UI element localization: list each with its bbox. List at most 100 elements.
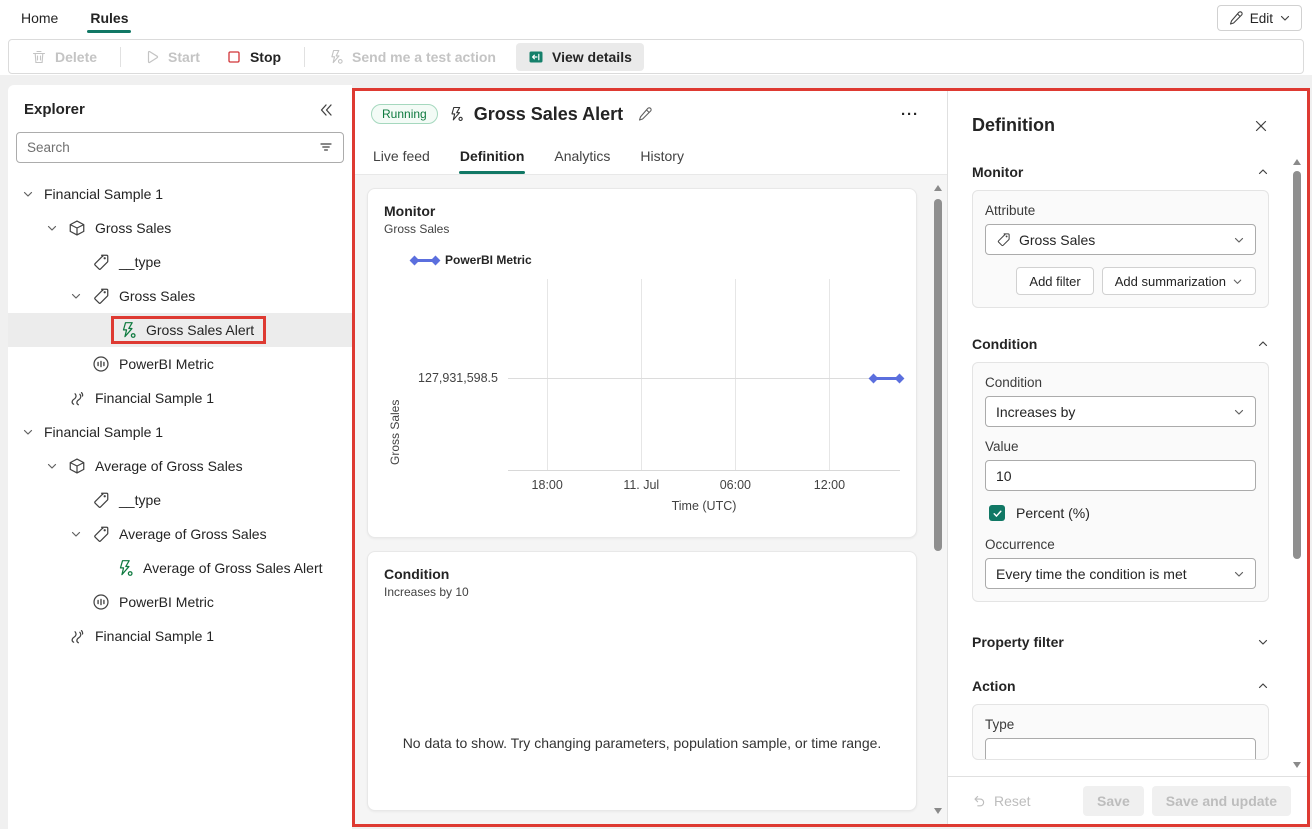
top-tab-bar: Home Rules Edit [0,0,1312,36]
chevron-down-icon[interactable] [70,528,92,540]
chevron-down-icon[interactable] [46,460,68,472]
panel-scrollbar[interactable] [1290,157,1304,770]
scrollbar-thumb[interactable] [934,199,942,551]
rename-icon[interactable] [637,106,653,122]
rule-tabs: Live feed Definition Analytics History [355,137,947,175]
search-input[interactable] [16,132,344,163]
tree-item-label: Financial Sample 1 [44,186,164,202]
chart-legend[interactable]: PowerBI Metric [409,253,900,267]
condition-dropdown-value: Increases by [996,403,1076,420]
occurrence-dropdown[interactable]: Every time the condition is met [985,558,1256,589]
tree-item-gross-sales-attribute[interactable]: Gross Sales [8,279,352,313]
tab-home[interactable]: Home [18,0,61,36]
action-type-dropdown[interactable] [985,738,1256,759]
tree-item-label: __type [119,254,162,270]
tree-item-label: Average of Gross Sales [95,458,243,474]
tree-item-financial-sample-1-b[interactable]: Financial Sample 1 [8,415,352,449]
start-button[interactable]: Start [132,43,212,71]
tree-item-average-attribute[interactable]: Average of Gross Sales [8,517,352,551]
close-icon[interactable] [1253,118,1269,134]
scroll-up-icon[interactable] [934,185,942,191]
chevron-down-icon[interactable] [70,290,92,302]
section-property-filter-header[interactable]: Property filter [972,634,1269,650]
reset-button[interactable]: Reset [972,793,1031,809]
chart-data-series-powerbi-metric[interactable] [868,373,905,384]
tree-item-eventstream-b[interactable]: Financial Sample 1 [8,619,352,653]
attribute-dropdown[interactable]: Gross Sales [985,224,1256,255]
tag-icon [92,287,110,305]
condition-dropdown[interactable]: Increases by [985,396,1256,427]
panel-title: Definition [972,115,1055,135]
tab-rules[interactable]: Rules [87,0,132,36]
tree-item-eventstream[interactable]: Financial Sample 1 [8,381,352,415]
view-details-button[interactable]: View details [515,42,644,71]
scrollbar-thumb[interactable] [1293,171,1301,559]
tree-item-average-object[interactable]: Average of Gross Sales [8,449,352,483]
attribute-dropdown-value: Gross Sales [1019,231,1096,248]
tree-item-financial-sample-1[interactable]: Financial Sample 1 [8,177,352,211]
section-action-header[interactable]: Action [972,678,1269,694]
section-monitor-header[interactable]: Monitor [972,164,1269,180]
save-and-update-button[interactable]: Save and update [1151,785,1291,816]
tree-item-label: Average of Gross Sales [119,526,267,542]
save-button[interactable]: Save [1083,785,1144,816]
add-filter-button[interactable]: Add filter [1016,267,1094,295]
cube-icon [68,219,86,237]
chevron-down-icon[interactable] [22,188,44,200]
tree-item-powerbi-metric[interactable]: PowerBI Metric [8,347,352,381]
percent-checkbox[interactable] [989,505,1005,521]
occurrence-dropdown-value: Every time the condition is met [996,565,1187,582]
tab-live-feed[interactable]: Live feed [363,137,440,174]
chart-x-tick-label: 18:00 [531,478,563,492]
stream-icon [68,389,86,407]
tab-history-label: History [640,147,684,164]
tab-definition[interactable]: Definition [450,137,535,174]
section-action-title: Action [972,678,1016,694]
more-button[interactable]: ··· [901,106,919,123]
chart-x-tick-label: 12:00 [813,478,846,492]
filter-icon[interactable] [318,139,334,155]
chevron-down-icon[interactable] [22,426,44,438]
annotation-rect-tree-item: Gross Sales Alert [111,316,267,344]
scroll-down-icon[interactable] [1293,762,1301,768]
edit-button[interactable]: Edit [1216,5,1302,31]
metric-icon [92,355,110,373]
stream-icon [68,627,86,645]
test-action-icon [328,49,344,65]
page-title: Gross Sales Alert [473,103,624,124]
section-monitor-title: Monitor [972,164,1024,180]
pencil-icon [1228,10,1244,26]
tab-analytics[interactable]: Analytics [544,137,620,174]
tree-item-label: Financial Sample 1 [44,424,164,440]
scroll-down-icon[interactable] [934,808,942,814]
value-input[interactable] [985,460,1256,491]
metric-icon [92,593,110,611]
tree-item-type[interactable]: __type [8,245,352,279]
scroll-up-icon[interactable] [1293,159,1301,165]
monitor-card: Monitor Gross Sales PowerBI Metric Gross… [367,188,917,538]
condition-label: Condition [985,375,1043,390]
chevron-down-icon [1232,276,1243,287]
tree-item-powerbi-metric-b[interactable]: PowerBI Metric [8,585,352,619]
toolbar-divider [304,46,306,67]
undo-icon [972,793,987,808]
stop-button[interactable]: Stop [214,43,293,71]
chevron-down-icon[interactable] [46,222,68,234]
add-summarization-button[interactable]: Add summarization [1101,267,1256,295]
collapse-panel-icon[interactable] [318,102,334,118]
tab-history[interactable]: History [630,137,694,174]
chevron-down-icon [1257,636,1269,648]
chevron-down-icon [1233,234,1245,246]
add-filter-label: Add filter [1029,273,1081,289]
main-scrollbar[interactable] [931,183,945,816]
stop-icon [226,49,242,65]
view-details-label: View details [551,48,632,65]
tree-item-gross-sales-alert[interactable]: Gross Sales Alert [8,313,352,347]
tree-item-average-alert[interactable]: Average of Gross Sales Alert [8,551,352,585]
send-test-action-button[interactable]: Send me a test action [316,43,508,71]
section-condition-header[interactable]: Condition [972,336,1269,352]
tree-item-type-b[interactable]: __type [8,483,352,517]
delete-button[interactable]: Delete [19,43,109,71]
tree-item-gross-sales-object[interactable]: Gross Sales [8,211,352,245]
tree-item-label: __type [119,492,162,508]
